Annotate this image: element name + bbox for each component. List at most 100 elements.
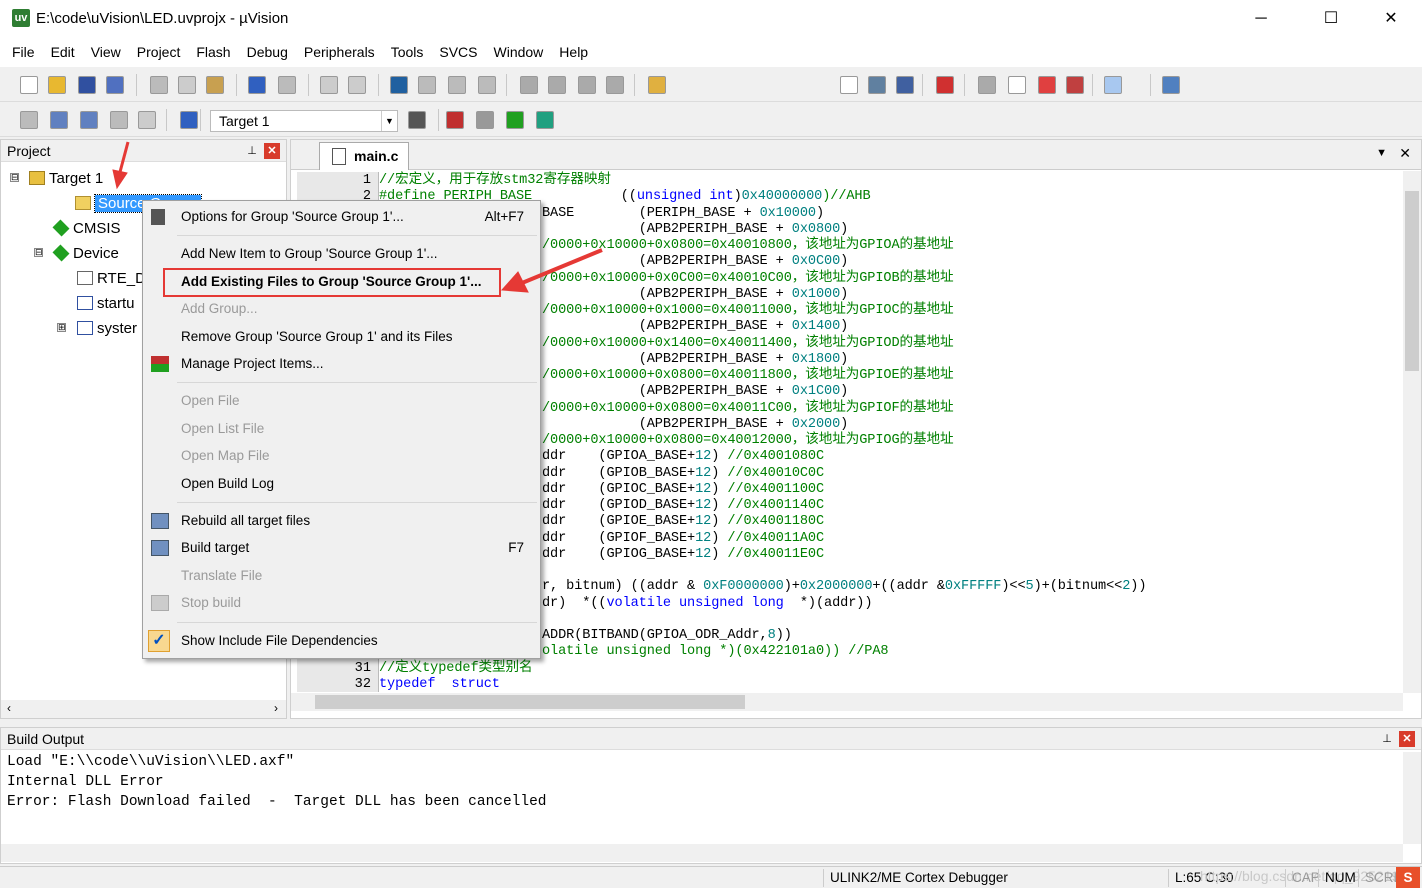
rte-icon[interactable] xyxy=(536,111,554,129)
minimize-button[interactable]: ─ xyxy=(1238,0,1284,38)
nav-forward-icon[interactable] xyxy=(348,76,366,94)
menu-flash[interactable]: Flash xyxy=(188,38,238,67)
build-icon xyxy=(151,540,169,557)
line-number: 1 xyxy=(362,173,371,188)
close-window-button[interactable]: ✕ xyxy=(1368,0,1414,38)
menu-svcs[interactable]: SVCS xyxy=(431,38,485,67)
target-options-icon[interactable] xyxy=(408,111,426,129)
paste-icon[interactable] xyxy=(206,76,224,94)
tab-main-c[interactable]: main.c xyxy=(319,142,409,170)
menu-window[interactable]: Window xyxy=(486,38,552,67)
save-all-icon[interactable] xyxy=(106,76,124,94)
menu-item-options-for-group-source-group-1[interactable]: Options for Group 'Source Group 1'... Alt… xyxy=(143,204,540,230)
pack-installer-icon[interactable] xyxy=(506,111,524,129)
tree-item-target-1[interactable]: Target 1 xyxy=(29,168,103,190)
close-panel-button[interactable]: ✕ xyxy=(1399,731,1415,747)
nav-back-icon[interactable] xyxy=(320,76,338,94)
menu-file[interactable]: File xyxy=(4,38,43,67)
close-tab-button[interactable]: ✕ xyxy=(1399,145,1411,162)
copy-icon[interactable] xyxy=(178,76,196,94)
menu-item-show-include-file-dependencies[interactable]: ✓ Show Include File Dependencies xyxy=(143,628,540,654)
tree-expander-icon[interactable]: ⊟ xyxy=(34,248,43,257)
pin-icon[interactable]: ⊥ xyxy=(1379,731,1395,747)
configure-icon[interactable] xyxy=(1162,76,1180,94)
build-icon[interactable] xyxy=(50,111,68,129)
menu-tools[interactable]: Tools xyxy=(383,38,432,67)
find-dropdown-icon[interactable] xyxy=(840,76,858,94)
download-icon[interactable] xyxy=(180,111,198,129)
menu-item-remove-group-source-group-1-and-its-files[interactable]: Remove Group 'Source Group 1' and its Fi… xyxy=(143,324,540,350)
new-file-icon[interactable] xyxy=(20,76,38,94)
find-in-files-icon[interactable] xyxy=(648,76,666,94)
select-packs-icon[interactable] xyxy=(476,111,494,129)
indent-icon[interactable] xyxy=(520,76,538,94)
pin-icon[interactable]: ⊥ xyxy=(244,143,260,159)
menu-item-label: Stop build xyxy=(181,595,242,611)
menu-item-add-new-item-to-group-source-group-1[interactable]: Add New Item to Group 'Source Group 1'..… xyxy=(143,241,540,267)
rebuild-icon xyxy=(151,513,169,529)
editor-hscrollbar[interactable] xyxy=(291,693,1403,711)
cut-icon[interactable] xyxy=(150,76,168,94)
manage-components-icon[interactable] xyxy=(446,111,464,129)
menu-view[interactable]: View xyxy=(83,38,129,67)
bookmark-icon[interactable] xyxy=(390,76,408,94)
code-line: ddr (GPIOE_BASE+12) //0x4001180C xyxy=(542,514,824,530)
menu-project[interactable]: Project xyxy=(129,38,189,67)
window-layout-icon[interactable] xyxy=(1104,76,1122,94)
editor-vscrollbar[interactable] xyxy=(1403,171,1421,693)
tree-item-label: Device xyxy=(73,245,119,262)
menu-peripherals[interactable]: Peripherals xyxy=(296,38,383,67)
build-hscrollbar[interactable] xyxy=(1,844,1403,862)
unindent-icon[interactable] xyxy=(548,76,566,94)
disable-breakpoint-icon[interactable] xyxy=(1008,76,1026,94)
rebuild-icon[interactable] xyxy=(80,111,98,129)
tab-list-icon[interactable]: ▼ xyxy=(1376,147,1387,159)
project-hscrollbar[interactable]: ‹ › xyxy=(1,700,286,718)
toolbar-separator xyxy=(922,74,923,96)
debug-start-icon[interactable] xyxy=(936,76,954,94)
menu-edit[interactable]: Edit xyxy=(43,38,83,67)
redo-icon[interactable] xyxy=(278,76,296,94)
tree-item-cmsis[interactable]: CMSIS xyxy=(52,218,121,240)
open-folder-icon[interactable] xyxy=(48,76,66,94)
find-icon[interactable] xyxy=(868,76,886,94)
close-panel-button[interactable]: ✕ xyxy=(264,143,280,159)
green-diamond-icon xyxy=(52,219,70,237)
tree-item-startu[interactable]: startu xyxy=(77,293,135,315)
menu-item-label: Open File xyxy=(181,393,240,409)
menu-item-open-build-log[interactable]: Open Build Log xyxy=(143,471,540,497)
clear-bookmarks-icon[interactable] xyxy=(478,76,496,94)
code-line: //宏定义，用于存放stm32寄存器映射 xyxy=(379,173,611,189)
batch-build-icon[interactable] xyxy=(110,111,128,129)
uncomment-icon[interactable] xyxy=(606,76,624,94)
tree-item-syster[interactable]: syster xyxy=(77,318,137,340)
menu-item-manage-project-items[interactable]: Manage Project Items... xyxy=(143,351,540,377)
target-select[interactable]: Target 1 ▼ xyxy=(210,110,398,132)
menu-help[interactable]: Help xyxy=(551,38,596,67)
kill-breakpoints-icon[interactable] xyxy=(1038,76,1056,94)
translate-icon[interactable] xyxy=(20,111,38,129)
maximize-button[interactable]: ☐ xyxy=(1308,0,1354,38)
undo-icon[interactable] xyxy=(248,76,266,94)
code-line: dr) *((volatile unsigned long *)(addr)) xyxy=(542,596,872,612)
breakpoint-icon[interactable] xyxy=(978,76,996,94)
menu-item-rebuild-all-target-files[interactable]: Rebuild all target files xyxy=(143,508,540,534)
menu-debug[interactable]: Debug xyxy=(239,38,296,67)
incremental-find-icon[interactable] xyxy=(896,76,914,94)
comment-icon[interactable] xyxy=(578,76,596,94)
code-token: 0x40000000 xyxy=(741,189,823,205)
clear-breakpoints-icon[interactable] xyxy=(1066,76,1084,94)
line-number: 32 xyxy=(354,676,371,692)
prev-bookmark-icon[interactable] xyxy=(418,76,436,94)
save-icon[interactable] xyxy=(78,76,96,94)
stop-build-icon[interactable] xyxy=(138,111,156,129)
tree-item-device[interactable]: Device xyxy=(52,243,119,265)
annotation-highlight-box xyxy=(163,268,501,297)
next-bookmark-icon[interactable] xyxy=(448,76,466,94)
menu-item-build-target[interactable]: Build target F7 xyxy=(143,535,540,561)
tree-expander-icon[interactable]: ⊞ xyxy=(57,323,66,332)
tree-item-rte-d[interactable]: RTE_D xyxy=(77,268,146,290)
code-token: ddr (GPIOA_BASE+ xyxy=(542,449,696,465)
build-vscrollbar[interactable] xyxy=(1403,752,1421,844)
tree-expander-icon[interactable]: ⊟ xyxy=(10,173,19,182)
